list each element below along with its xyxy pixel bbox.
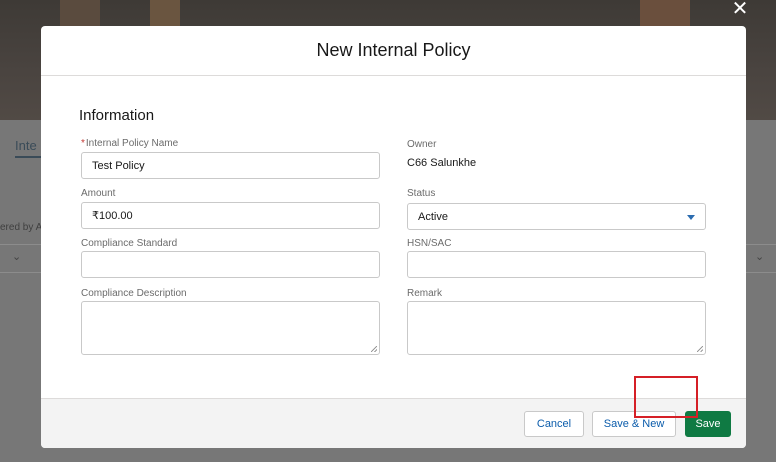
owner-value: C66 Salunkhe [407, 157, 477, 169]
policy-name-input[interactable]: Test Policy [81, 152, 380, 179]
section-title: Information [79, 107, 155, 124]
resize-handle-icon[interactable] [371, 346, 377, 352]
banner-decoration [640, 0, 690, 26]
banner-decoration [150, 0, 180, 26]
status-label: Status [407, 188, 436, 199]
hsn-sac-input[interactable] [407, 251, 706, 278]
status-select[interactable]: Active [407, 203, 706, 230]
modal-header: New Internal Policy [41, 26, 746, 76]
policy-name-value: Test Policy [92, 159, 145, 172]
amount-value: ₹100.00 [92, 210, 133, 222]
background-filter-text: ered by A [0, 222, 43, 233]
compliance-standard-label: Compliance Standard [81, 238, 178, 249]
chevron-down-icon[interactable]: ⌄ [12, 250, 21, 263]
policy-name-label-text: Internal Policy Name [85, 138, 179, 149]
background-tab[interactable]: Inte [15, 138, 37, 153]
modal-title: New Internal Policy [316, 40, 471, 60]
save-button-highlight [634, 376, 698, 418]
compliance-standard-input[interactable] [81, 251, 380, 278]
owner-label: Owner [407, 139, 437, 150]
remark-label: Remark [407, 288, 443, 299]
compliance-description-textarea[interactable] [81, 301, 380, 355]
chevron-down-icon [687, 215, 695, 220]
policy-name-label: *Internal Policy Name [81, 138, 178, 149]
close-icon[interactable]: ✕ [730, 0, 750, 18]
remark-textarea[interactable] [407, 301, 706, 355]
required-marker: * [81, 138, 85, 149]
hsn-sac-label: HSN/SAC [407, 238, 452, 249]
amount-input[interactable]: ₹100.00 [81, 202, 380, 229]
banner-decoration [60, 0, 100, 26]
background-tab-underline [15, 156, 41, 158]
cancel-button[interactable]: Cancel [524, 411, 584, 437]
status-value: Active [418, 210, 448, 223]
resize-handle-icon[interactable] [697, 346, 703, 352]
compliance-description-label: Compliance Description [81, 288, 187, 299]
chevron-down-icon[interactable]: ⌄ [755, 250, 764, 263]
amount-label: Amount [81, 188, 116, 199]
